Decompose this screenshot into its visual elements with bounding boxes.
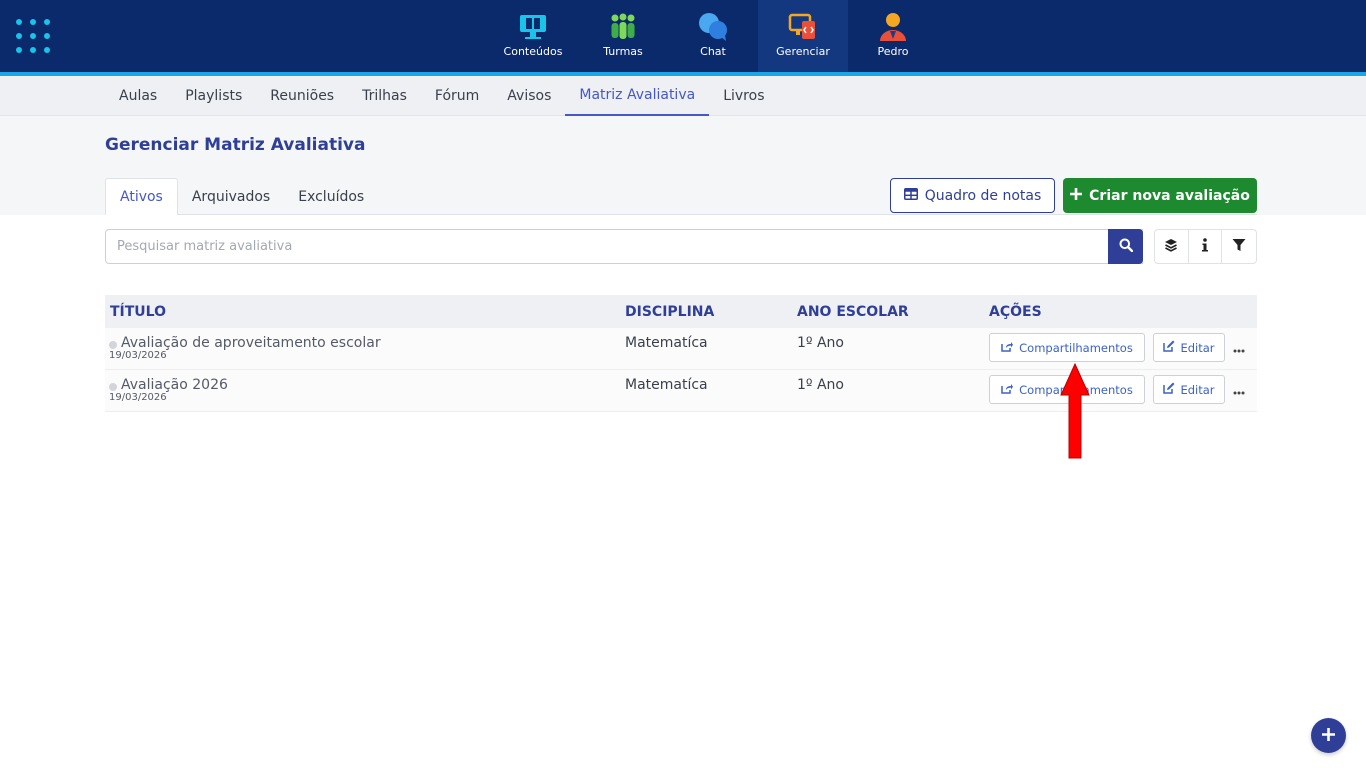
top-navigation-bar: Conteúdos Turmas Chat Gerenciar Pedro (0, 0, 1366, 72)
row-title[interactable]: Avaliação de aproveitamento escolar (121, 335, 381, 351)
subnav-playlists[interactable]: Playlists (171, 76, 256, 116)
topnav-gerenciar[interactable]: Gerenciar (758, 0, 848, 72)
row-disciplina: Matematíca (625, 335, 708, 351)
compartilhamentos-button[interactable]: Compartilhamentos (989, 333, 1145, 362)
plus-icon (1322, 726, 1335, 745)
editar-label: Editar (1180, 382, 1215, 397)
ellipsis-icon (1233, 380, 1245, 399)
topnav-pedro[interactable]: Pedro (848, 0, 938, 72)
status-dot-icon (109, 341, 117, 349)
subnav-trilhas[interactable]: Trilhas (348, 76, 421, 116)
subnav-livros[interactable]: Livros (709, 76, 778, 116)
compartilhamentos-label: Compartilhamentos (1019, 340, 1133, 355)
edit-icon (1163, 340, 1175, 355)
editar-button[interactable]: Editar (1153, 333, 1225, 362)
tab-excluidos[interactable]: Excluídos (284, 178, 378, 215)
search-box (105, 229, 1143, 264)
search-icon (1119, 237, 1133, 256)
user-avatar-icon (877, 12, 909, 42)
criar-nova-avaliacao-label: Criar nova avaliação (1089, 187, 1250, 204)
filter-icon (1232, 237, 1246, 256)
more-options-button[interactable] (1229, 375, 1249, 404)
table-header: TÍTULO DISCIPLINA ANO ESCOLAR AÇÕES (105, 295, 1257, 328)
search-button[interactable] (1108, 229, 1143, 264)
manage-devices-icon (787, 12, 819, 42)
sub-navigation: Aulas Playlists Reuniões Trilhas Fórum A… (0, 76, 1366, 116)
quadro-de-notas-button[interactable]: Quadro de notas (890, 178, 1055, 213)
tab-arquivados[interactable]: Arquivados (178, 178, 284, 215)
editar-button[interactable]: Editar (1153, 375, 1225, 404)
topnav-label: Conteúdos (503, 45, 563, 58)
subnav-aulas[interactable]: Aulas (105, 76, 171, 116)
topnav-label: Pedro (877, 45, 909, 58)
row-date: 19/03/2026 (109, 350, 167, 361)
column-header-ano-escolar: ANO ESCOLAR (797, 303, 909, 320)
row-title[interactable]: Avaliação 2026 (121, 377, 228, 393)
column-header-titulo: TÍTULO (110, 303, 166, 320)
floating-add-button[interactable] (1311, 718, 1346, 753)
share-icon (1001, 383, 1014, 397)
topnav-label: Chat (700, 45, 726, 58)
red-up-arrow-icon (1060, 362, 1090, 459)
column-header-acoes: AÇÕES (989, 303, 1042, 320)
subnav-reunioes[interactable]: Reuniões (256, 76, 348, 116)
subnav-forum[interactable]: Fórum (421, 76, 493, 116)
people-group-icon (607, 12, 639, 42)
row-ano-escolar: 1º Ano (797, 377, 844, 393)
edit-icon (1163, 382, 1175, 397)
row-date: 19/03/2026 (109, 392, 167, 403)
search-input[interactable] (106, 230, 1108, 263)
table-grid-icon (903, 187, 918, 204)
layers-button[interactable] (1155, 230, 1189, 263)
top-nav: Conteúdos Turmas Chat Gerenciar Pedro (488, 0, 938, 72)
tabs-divider (178, 214, 1257, 215)
column-header-disciplina: DISCIPLINA (625, 303, 715, 320)
row-ano-escolar: 1º Ano (797, 335, 844, 351)
quadro-de-notas-label: Quadro de notas (924, 187, 1042, 204)
criar-nova-avaliacao-button[interactable]: Criar nova avaliação (1063, 178, 1257, 213)
row-disciplina: Matematíca (625, 377, 708, 393)
plus-icon (1070, 187, 1083, 204)
ellipsis-icon (1233, 338, 1245, 357)
subnav-matriz-avaliativa[interactable]: Matriz Avaliativa (565, 76, 710, 116)
topnav-label: Gerenciar (776, 45, 830, 58)
info-icon (1201, 237, 1209, 256)
filter-button[interactable] (1222, 230, 1256, 263)
status-dot-icon (109, 383, 117, 391)
layers-icon (1164, 237, 1178, 256)
topnav-chat[interactable]: Chat (668, 0, 758, 72)
table-tools (1154, 229, 1257, 264)
tab-ativos[interactable]: Ativos (105, 178, 178, 215)
page-title: Gerenciar Matriz Avaliativa (105, 135, 366, 155)
monitor-book-icon (517, 12, 549, 42)
subnav-avisos[interactable]: Avisos (493, 76, 565, 116)
status-tabs: Ativos Arquivados Excluídos (105, 178, 378, 215)
apps-grid-icon[interactable] (16, 19, 50, 53)
editar-label: Editar (1180, 340, 1215, 355)
more-options-button[interactable] (1229, 333, 1249, 362)
topnav-conteudos[interactable]: Conteúdos (488, 0, 578, 72)
topnav-label: Turmas (603, 45, 643, 58)
chat-bubbles-icon (697, 12, 729, 42)
info-button[interactable] (1189, 230, 1223, 263)
topnav-turmas[interactable]: Turmas (578, 0, 668, 72)
share-icon (1001, 341, 1014, 355)
